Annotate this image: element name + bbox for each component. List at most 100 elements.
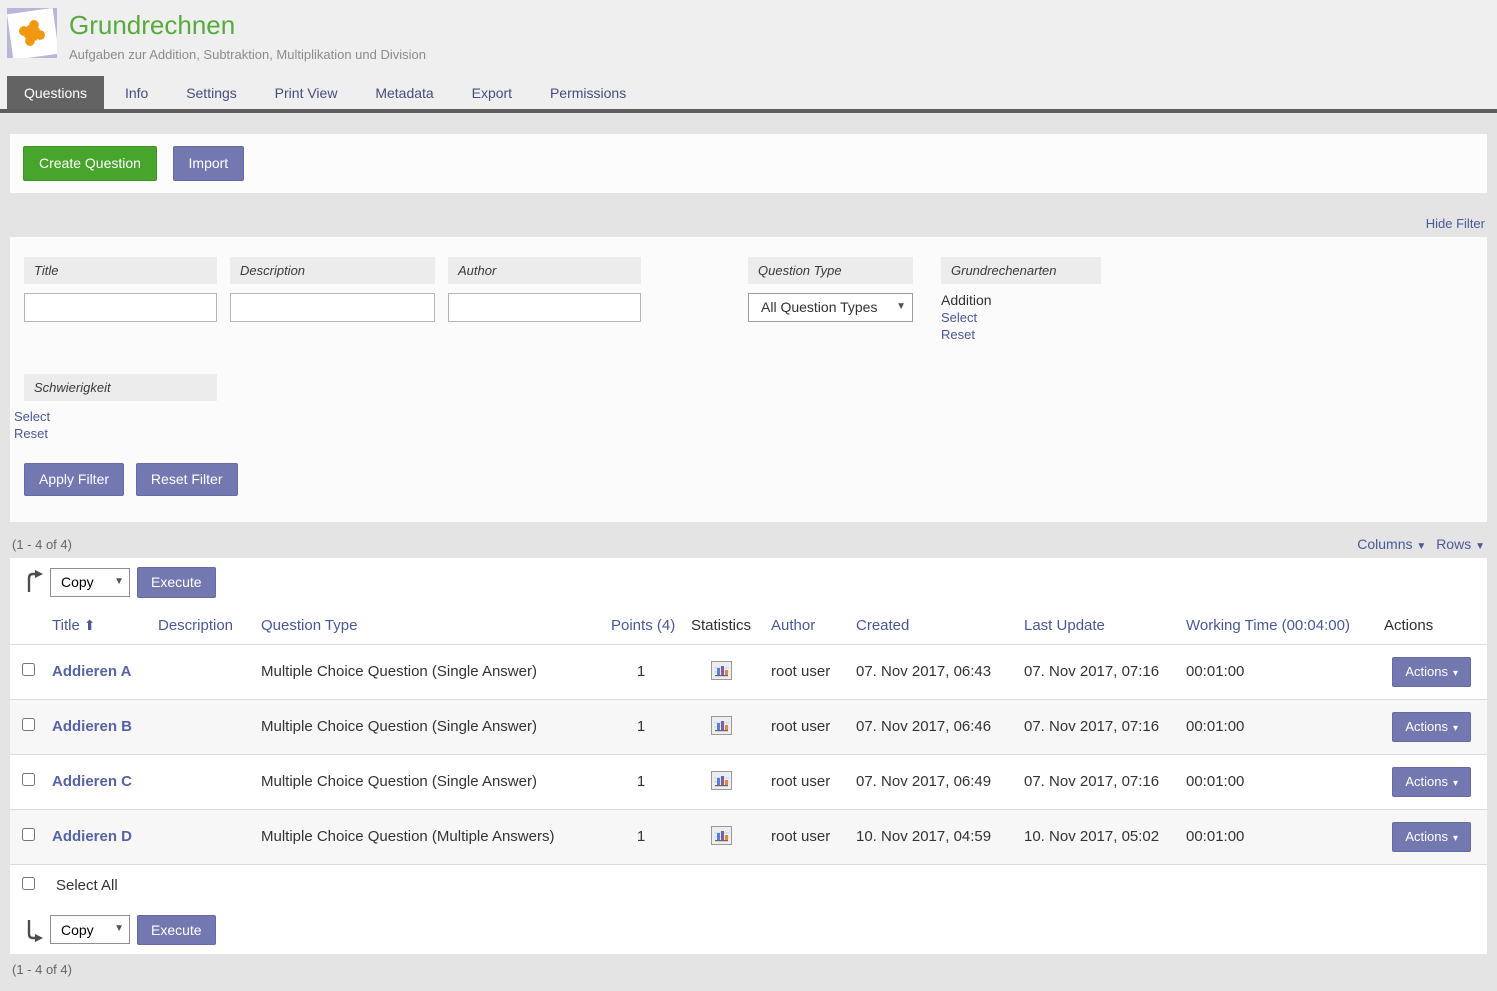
caret-down-icon: ▼: [1416, 541, 1426, 552]
points-cell: 1: [605, 754, 677, 809]
points-cell: 1: [605, 699, 677, 754]
bar-chart-icon[interactable]: [711, 771, 732, 790]
question-type-cell: Multiple Choice Question (Single Answer): [255, 699, 605, 754]
filter-question-type-label: Question Type: [748, 257, 913, 284]
hide-filter-link[interactable]: Hide Filter: [1426, 216, 1485, 231]
header-actions: Actions: [1378, 607, 1487, 645]
header-points[interactable]: Points (4): [605, 607, 677, 645]
working-time-cell: 00:01:00: [1180, 809, 1378, 864]
tab-permissions[interactable]: Permissions: [533, 76, 643, 109]
grundrechenarten-value: Addition: [941, 292, 1101, 308]
tab-print-view[interactable]: Print View: [258, 76, 355, 109]
bar-chart-icon[interactable]: [711, 826, 732, 845]
filter-grundrechenarten-label: Grundrechenarten: [941, 257, 1101, 284]
filter-title-label: Title: [24, 257, 217, 284]
row-actions-button[interactable]: Actions▾: [1392, 657, 1471, 687]
created-cell: 10. Nov 2017, 04:59: [850, 809, 1018, 864]
author-cell: root user: [765, 754, 850, 809]
header-description[interactable]: Description: [152, 607, 255, 645]
bar-chart-icon[interactable]: [711, 661, 732, 680]
import-button[interactable]: Import: [173, 146, 245, 181]
question-type-cell: Multiple Choice Question (Single Answer): [255, 754, 605, 809]
row-checkbox[interactable]: [22, 773, 35, 786]
caret-down-icon: ▾: [1453, 833, 1458, 844]
row-checkbox[interactable]: [22, 718, 35, 731]
filter-field-title: Title: [24, 257, 217, 322]
created-cell: 07. Nov 2017, 06:46: [850, 699, 1018, 754]
table-row: Addieren B Multiple Choice Question (Sin…: [10, 699, 1487, 754]
page-header: Grundrechnen Aufgaben zur Addition, Subt…: [0, 0, 1497, 76]
apply-filter-button[interactable]: Apply Filter: [24, 463, 124, 496]
create-question-button[interactable]: Create Question: [23, 146, 157, 181]
header-question-type[interactable]: Question Type: [255, 607, 605, 645]
created-cell: 07. Nov 2017, 06:43: [850, 644, 1018, 699]
points-cell: 1: [605, 809, 677, 864]
tab-info[interactable]: Info: [108, 76, 165, 109]
question-title-link[interactable]: Addieren A: [52, 663, 131, 680]
result-range-bottom: (1 - 4 of 4): [10, 954, 1487, 991]
working-time-cell: 00:01:00: [1180, 644, 1378, 699]
question-table: Copy ▼ Execute Title⬆ Description Questi…: [10, 558, 1487, 955]
caret-down-icon: ▾: [1453, 778, 1458, 789]
header-working-time[interactable]: Working Time (00:04:00): [1180, 607, 1378, 645]
author-cell: root user: [765, 699, 850, 754]
select-all-label: Select All: [56, 877, 118, 894]
row-checkbox[interactable]: [22, 828, 35, 841]
tab-metadata[interactable]: Metadata: [358, 76, 450, 109]
arrow-down-right-icon: [24, 918, 44, 942]
author-cell: root user: [765, 809, 850, 864]
row-actions-button[interactable]: Actions▾: [1392, 712, 1471, 742]
header-author[interactable]: Author: [765, 607, 850, 645]
last-update-cell: 10. Nov 2017, 05:02: [1018, 809, 1180, 864]
caret-down-icon: ▼: [1475, 541, 1485, 552]
filter-title-input[interactable]: [24, 293, 217, 322]
sort-asc-icon[interactable]: ⬆: [84, 617, 96, 633]
question-title-link[interactable]: Addieren C: [52, 773, 132, 790]
created-cell: 07. Nov 2017, 06:49: [850, 754, 1018, 809]
filter-author-label: Author: [448, 257, 641, 284]
bulk-action-select-top[interactable]: Copy: [50, 568, 130, 597]
last-update-cell: 07. Nov 2017, 07:16: [1018, 644, 1180, 699]
row-actions-button[interactable]: Actions▾: [1392, 767, 1471, 797]
table-row: Addieren A Multiple Choice Question (Sin…: [10, 644, 1487, 699]
bar-chart-icon[interactable]: [711, 716, 732, 735]
filter-field-author: Author: [448, 257, 641, 322]
caret-down-icon: ▾: [1453, 723, 1458, 734]
page-title: Grundrechnen: [69, 10, 426, 41]
tab-questions[interactable]: Questions: [7, 76, 104, 109]
author-cell: root user: [765, 644, 850, 699]
rows-menu[interactable]: Rows ▼: [1436, 536, 1485, 552]
filter-field-question-type: Question Type All Question Types ▼: [748, 257, 913, 322]
select-all-checkbox[interactable]: [22, 877, 35, 890]
table-header-row: Title⬆ Description Question Type Points …: [10, 607, 1487, 645]
page-subtitle: Aufgaben zur Addition, Subtraktion, Mult…: [69, 47, 426, 62]
question-type-select[interactable]: All Question Types: [748, 293, 913, 322]
bulk-action-select-bottom[interactable]: Copy: [50, 915, 130, 944]
question-title-link[interactable]: Addieren B: [52, 718, 132, 735]
question-type-cell: Multiple Choice Question (Multiple Answe…: [255, 809, 605, 864]
filter-description-label: Description: [230, 257, 435, 284]
filter-author-input[interactable]: [448, 293, 641, 322]
reset-filter-button[interactable]: Reset Filter: [136, 463, 238, 496]
columns-menu[interactable]: Columns ▼: [1357, 536, 1426, 552]
grundrechenarten-select-link[interactable]: Select: [941, 310, 1101, 325]
schwierigkeit-select-link[interactable]: Select: [14, 409, 217, 424]
filter-description-input[interactable]: [230, 293, 435, 322]
header-last-update[interactable]: Last Update: [1018, 607, 1180, 645]
execute-button-top[interactable]: Execute: [137, 567, 216, 598]
row-actions-button[interactable]: Actions▾: [1392, 822, 1471, 852]
working-time-cell: 00:01:00: [1180, 699, 1378, 754]
row-checkbox[interactable]: [22, 663, 35, 676]
puzzle-icon: [7, 8, 57, 58]
tab-settings[interactable]: Settings: [169, 76, 254, 109]
question-title-link[interactable]: Addieren D: [52, 828, 132, 845]
header-created[interactable]: Created: [850, 607, 1018, 645]
tab-export[interactable]: Export: [455, 76, 529, 109]
execute-button-bottom[interactable]: Execute: [137, 915, 216, 946]
header-title[interactable]: Title⬆: [46, 607, 152, 645]
schwierigkeit-reset-link[interactable]: Reset: [14, 426, 217, 441]
filter-field-schwierigkeit: Schwierigkeit Select Reset: [24, 374, 217, 441]
points-cell: 1: [605, 644, 677, 699]
grundrechenarten-reset-link[interactable]: Reset: [941, 327, 1101, 342]
filter-panel: Title Description Author Question Type A…: [10, 237, 1487, 522]
